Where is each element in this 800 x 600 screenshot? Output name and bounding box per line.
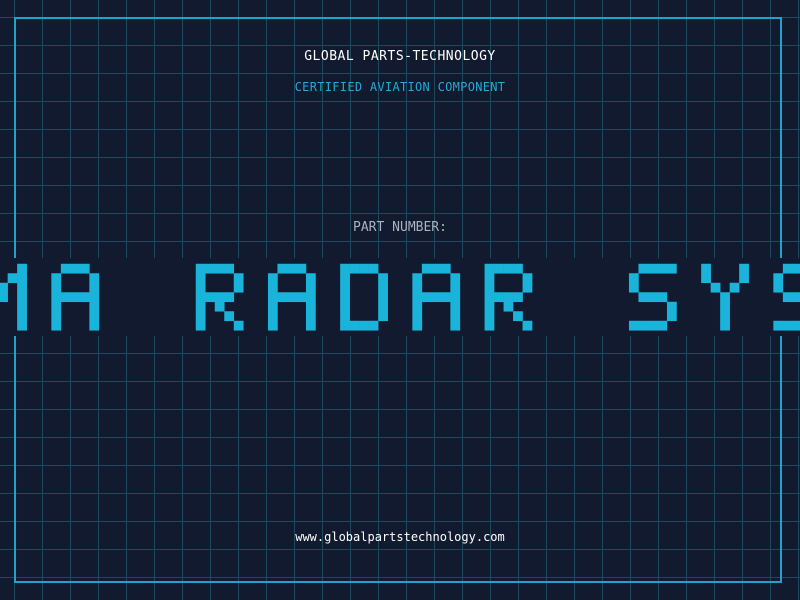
headline-letter-y (701, 263, 749, 331)
headline-letter-s (628, 263, 677, 331)
subtitle: CERTIFIED AVIATION COMPONENT (294, 80, 506, 94)
headline-letter-s (773, 263, 800, 331)
part-name-pixel-text (0, 263, 800, 331)
headline-letter-a (412, 263, 461, 331)
brand-name: GLOBAL PARTS-TECHNOLOGY (304, 49, 496, 64)
headline-letter-m (0, 263, 27, 331)
headline-letter-a (51, 263, 100, 331)
part-name-band (0, 258, 800, 336)
headline-letter-d (340, 263, 388, 331)
headline-letter-a (267, 263, 316, 331)
part-number-label: PART NUMBER: (353, 220, 447, 235)
headline-letter-r (195, 263, 244, 331)
website-url: www.globalpartstechnology.com (295, 530, 505, 544)
headline-letter-r (484, 263, 533, 331)
